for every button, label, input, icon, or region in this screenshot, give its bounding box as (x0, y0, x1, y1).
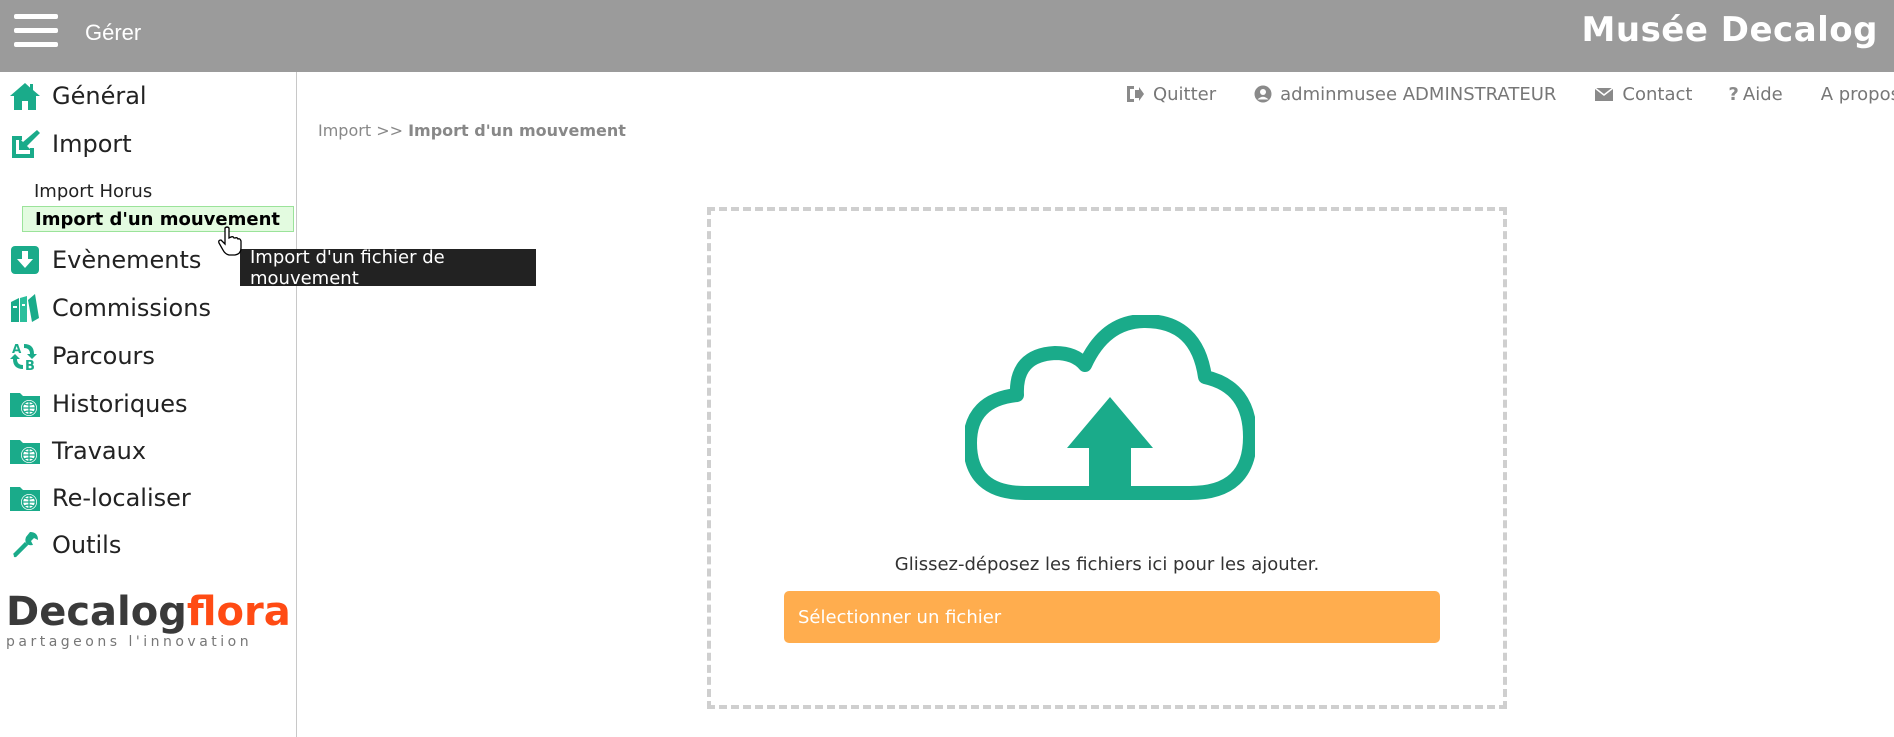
tooltip: Import d'un fichier de mouvement (240, 247, 536, 289)
sidebar-item-label: Parcours (52, 342, 155, 370)
sign-out-icon (1126, 86, 1144, 102)
about-link[interactable]: A propos (1821, 84, 1894, 105)
import-icon (8, 127, 42, 161)
envelope-icon (1594, 87, 1614, 101)
cloud-upload-icon (965, 315, 1255, 500)
quit-link[interactable]: Quitter (1125, 84, 1216, 105)
user-link[interactable]: adminmusee ADMINSTRATEUR (1254, 84, 1556, 105)
sidebar-item-label: Import (52, 130, 132, 158)
hamburger-menu-icon[interactable] (14, 14, 58, 48)
select-file-button[interactable]: Sélectionner un fichier (784, 591, 1440, 643)
ab-arrows-icon: AB (8, 339, 42, 373)
breadcrumb: Import >> Import d'un mouvement (318, 121, 626, 140)
breadcrumb-parent[interactable]: Import >> (318, 121, 403, 140)
svg-text:A: A (12, 342, 22, 356)
help-link[interactable]: ? Aide (1728, 84, 1782, 105)
user-circle-icon (1254, 85, 1272, 103)
question-icon: ? (1728, 83, 1739, 105)
decalog-flora-logo: Decalogflora partageons l'innovation (6, 589, 291, 650)
sidebar-item-label: Général (52, 82, 147, 110)
breadcrumb-current: Import d'un mouvement (408, 121, 626, 140)
sidebar-item-outils[interactable]: Outils (8, 525, 293, 565)
sidebar-item-import[interactable]: Import (8, 124, 293, 164)
sidebar-item-travaux[interactable]: Travaux (8, 431, 293, 471)
sidebar: Général Import Import Horus Import d'un … (0, 72, 297, 737)
sidebar-item-label: Evènements (52, 246, 202, 274)
sidebar-item-parcours[interactable]: AB Parcours (8, 336, 293, 376)
sidebar-item-label: Re-localiser (52, 484, 191, 512)
svg-text:B: B (25, 359, 35, 372)
folder-globe-icon (8, 387, 42, 421)
folder-globe-icon (8, 481, 42, 515)
sidebar-item-label: Travaux (52, 437, 147, 465)
submenu-item-import-horus[interactable]: Import Horus (22, 178, 294, 204)
sidebar-item-label: Outils (52, 531, 122, 559)
sidebar-item-general[interactable]: Général (8, 76, 293, 116)
sidebar-item-label: Commissions (52, 294, 211, 322)
submenu-item-import-mouvement[interactable]: Import d'un mouvement (22, 206, 294, 232)
sidebar-item-historiques[interactable]: Historiques (8, 384, 293, 424)
sidebar-item-label: Historiques (52, 390, 188, 418)
books-icon (8, 291, 42, 325)
file-dropzone[interactable]: Glissez-déposez les fichiers ici pour le… (707, 207, 1507, 709)
sidebar-item-commissions[interactable]: Commissions (8, 288, 293, 328)
top-bar: Gérer Musée Decalog (0, 0, 1894, 72)
home-icon (8, 79, 42, 113)
hand-cursor-icon (218, 226, 242, 256)
sidebar-item-relocaliser[interactable]: Re-localiser (8, 478, 293, 518)
contact-link[interactable]: Contact (1594, 84, 1692, 105)
folder-globe-icon (8, 434, 42, 468)
wrench-icon (8, 528, 42, 562)
top-links: Quitter adminmusee ADMINSTRATEUR Contact… (1087, 82, 1894, 106)
dropzone-hint: Glissez-déposez les fichiers ici pour le… (894, 554, 1320, 575)
app-title: Musée Decalog (1581, 10, 1878, 50)
download-box-icon (8, 243, 42, 277)
manage-menu[interactable]: Gérer (85, 20, 141, 46)
